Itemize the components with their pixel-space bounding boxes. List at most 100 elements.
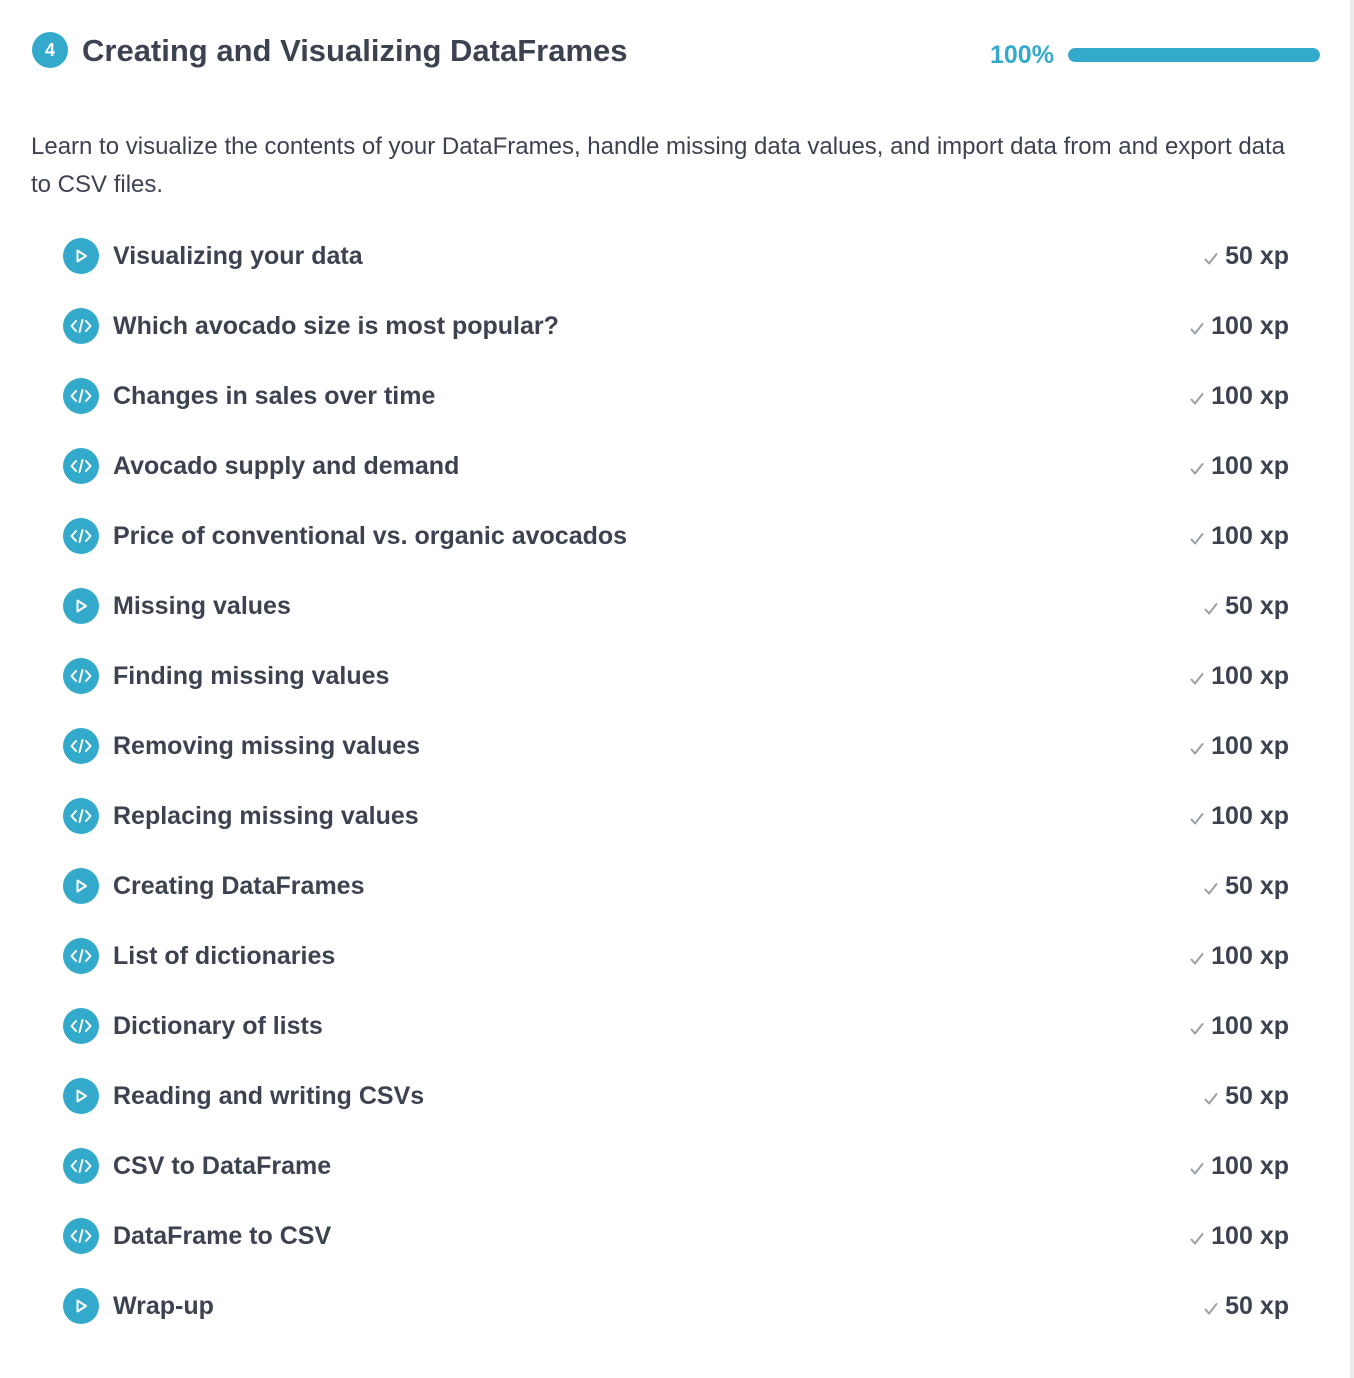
xp-value: 50 xp bbox=[1225, 591, 1289, 620]
xp-value: 100 xp bbox=[1211, 731, 1289, 760]
check-icon bbox=[1190, 673, 1204, 685]
xp-value: 50 xp bbox=[1225, 241, 1289, 270]
exercise-title[interactable]: Creating DataFrames bbox=[113, 872, 364, 901]
play-icon bbox=[63, 1078, 99, 1114]
code-icon bbox=[63, 1008, 99, 1044]
xp-value: 50 xp bbox=[1225, 871, 1289, 900]
exercise-title[interactable]: Price of conventional vs. organic avocad… bbox=[113, 522, 627, 551]
xp-value: 100 xp bbox=[1211, 451, 1289, 480]
code-icon bbox=[63, 938, 99, 974]
check-icon bbox=[1190, 533, 1204, 545]
exercise-xp: 50 xp bbox=[1203, 1082, 1289, 1111]
exercise-xp: 100 xp bbox=[1189, 312, 1289, 341]
check-icon bbox=[1204, 603, 1218, 615]
xp-value: 100 xp bbox=[1211, 941, 1289, 970]
exercise-item-11[interactable]: List of dictionaries 100 xp bbox=[63, 921, 1289, 991]
xp-value: 100 xp bbox=[1211, 801, 1289, 830]
exercise-title[interactable]: Visualizing your data bbox=[113, 242, 363, 271]
xp-value: 50 xp bbox=[1225, 1081, 1289, 1110]
check-icon bbox=[1204, 1093, 1218, 1105]
exercise-title[interactable]: Finding missing values bbox=[113, 662, 389, 691]
exercise-title[interactable]: Which avocado size is most popular? bbox=[113, 312, 559, 341]
xp-value: 100 xp bbox=[1211, 311, 1289, 340]
exercise-item-9[interactable]: Replacing missing values 100 xp bbox=[63, 781, 1289, 851]
check-icon bbox=[1190, 1023, 1204, 1035]
exercise-xp: 50 xp bbox=[1203, 592, 1289, 621]
check-icon bbox=[1190, 463, 1204, 475]
xp-value: 100 xp bbox=[1211, 1221, 1289, 1250]
check-icon bbox=[1190, 1163, 1204, 1175]
exercise-item-3[interactable]: Changes in sales over time 100 xp bbox=[63, 361, 1289, 431]
chapter-number-badge: 4 bbox=[32, 32, 68, 68]
exercise-xp: 100 xp bbox=[1189, 1222, 1289, 1251]
exercise-xp: 50 xp bbox=[1203, 872, 1289, 901]
exercise-xp: 50 xp bbox=[1203, 242, 1289, 271]
code-icon bbox=[63, 518, 99, 554]
chapter-header: 4 Creating and Visualizing DataFrames 10… bbox=[32, 30, 1322, 74]
check-icon bbox=[1204, 1303, 1218, 1315]
code-icon bbox=[63, 728, 99, 764]
exercise-title[interactable]: Replacing missing values bbox=[113, 802, 419, 831]
exercise-title[interactable]: Removing missing values bbox=[113, 732, 420, 761]
xp-value: 100 xp bbox=[1211, 661, 1289, 690]
check-icon bbox=[1190, 813, 1204, 825]
exercise-xp: 100 xp bbox=[1189, 382, 1289, 411]
exercise-item-12[interactable]: Dictionary of lists 100 xp bbox=[63, 991, 1289, 1061]
check-icon bbox=[1190, 1233, 1204, 1245]
check-icon bbox=[1204, 253, 1218, 265]
check-icon bbox=[1190, 743, 1204, 755]
exercise-item-6[interactable]: Missing values 50 xp bbox=[63, 571, 1289, 641]
chapter-description: Learn to visualize the contents of your … bbox=[31, 133, 1286, 198]
exercise-title[interactable]: CSV to DataFrame bbox=[113, 1152, 331, 1181]
exercise-item-14[interactable]: CSV to DataFrame 100 xp bbox=[63, 1131, 1289, 1201]
exercise-xp: 100 xp bbox=[1189, 802, 1289, 831]
xp-value: 100 xp bbox=[1211, 1011, 1289, 1040]
exercise-xp: 50 xp bbox=[1203, 1292, 1289, 1321]
check-icon bbox=[1204, 883, 1218, 895]
exercise-item-5[interactable]: Price of conventional vs. organic avocad… bbox=[63, 501, 1289, 571]
code-icon bbox=[63, 1148, 99, 1184]
exercise-xp: 100 xp bbox=[1189, 942, 1289, 971]
exercise-item-2[interactable]: Which avocado size is most popular? 100 … bbox=[63, 291, 1289, 361]
exercise-xp: 100 xp bbox=[1189, 662, 1289, 691]
exercise-title[interactable]: DataFrame to CSV bbox=[113, 1222, 331, 1251]
play-icon bbox=[63, 588, 99, 624]
exercise-item-1[interactable]: Visualizing your data 50 xp bbox=[63, 221, 1289, 291]
code-icon bbox=[63, 378, 99, 414]
chapter-title[interactable]: Creating and Visualizing DataFrames bbox=[82, 30, 628, 72]
xp-value: 50 xp bbox=[1225, 1291, 1289, 1320]
exercise-xp: 100 xp bbox=[1189, 452, 1289, 481]
code-icon bbox=[63, 308, 99, 344]
xp-value: 100 xp bbox=[1211, 381, 1289, 410]
play-icon bbox=[63, 1288, 99, 1324]
code-icon bbox=[63, 798, 99, 834]
code-icon bbox=[63, 1218, 99, 1254]
exercise-item-8[interactable]: Removing missing values 100 xp bbox=[63, 711, 1289, 781]
xp-value: 100 xp bbox=[1211, 521, 1289, 550]
exercise-title[interactable]: List of dictionaries bbox=[113, 942, 335, 971]
exercise-title[interactable]: Missing values bbox=[113, 592, 291, 621]
exercise-item-16[interactable]: Wrap-up 50 xp bbox=[63, 1271, 1289, 1341]
exercise-title[interactable]: Reading and writing CSVs bbox=[113, 1082, 424, 1111]
exercise-xp: 100 xp bbox=[1189, 522, 1289, 551]
exercise-title[interactable]: Wrap-up bbox=[113, 1292, 214, 1321]
exercise-title[interactable]: Changes in sales over time bbox=[113, 382, 435, 411]
exercise-item-15[interactable]: DataFrame to CSV 100 xp bbox=[63, 1201, 1289, 1271]
exercise-item-7[interactable]: Finding missing values 100 xp bbox=[63, 641, 1289, 711]
exercise-item-4[interactable]: Avocado supply and demand 100 xp bbox=[63, 431, 1289, 501]
exercise-list: Visualizing your data 50 xp Which avocad… bbox=[63, 221, 1289, 1341]
check-icon bbox=[1190, 393, 1204, 405]
progress-bar bbox=[1068, 48, 1320, 62]
exercise-item-10[interactable]: Creating DataFrames 50 xp bbox=[63, 851, 1289, 921]
progress-percent: 100% bbox=[990, 41, 1054, 69]
progress-bar-fill bbox=[1068, 48, 1320, 62]
exercise-title[interactable]: Avocado supply and demand bbox=[113, 452, 459, 481]
code-icon bbox=[63, 448, 99, 484]
exercise-title[interactable]: Dictionary of lists bbox=[113, 1012, 323, 1041]
exercise-item-13[interactable]: Reading and writing CSVs 50 xp bbox=[63, 1061, 1289, 1131]
exercise-xp: 100 xp bbox=[1189, 732, 1289, 761]
exercise-xp: 100 xp bbox=[1189, 1152, 1289, 1181]
panel-right-border bbox=[1350, 0, 1354, 1378]
exercise-xp: 100 xp bbox=[1189, 1012, 1289, 1041]
check-icon bbox=[1190, 323, 1204, 335]
